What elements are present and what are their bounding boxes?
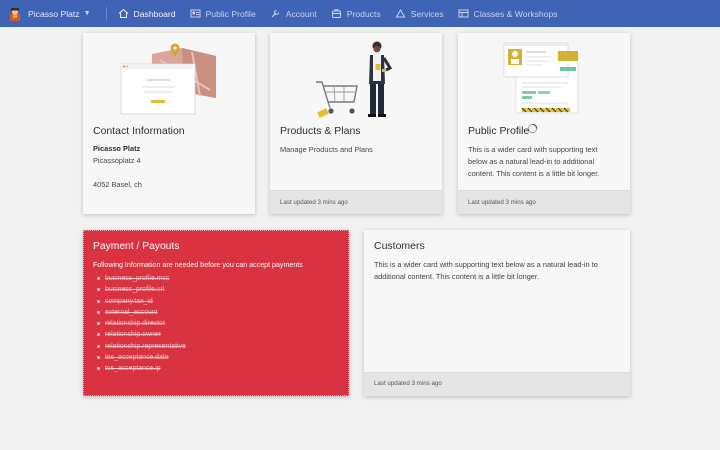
list-item: relationship.director [97,318,186,329]
brand-name: Picasso Platz [28,8,80,19]
card-title: Products & Plans [280,125,361,137]
card-text-line-2: additional content. This content is a li… [374,272,540,281]
nav-item-label: Dashboard [133,8,176,19]
nav-item-label: Products [346,8,381,19]
nav-item-label: Public Profile [205,8,256,19]
contact-information-card[interactable]: Contact Information Picasso Platz Picass… [83,33,255,214]
chevron-down-icon: ▼ [83,10,91,17]
nav-item-classes-workshops[interactable]: Classes & Workshops [451,0,565,27]
contact-name: Picasso Platz [93,144,141,153]
nav-item-label: Account [285,8,317,19]
products-icon [331,8,342,19]
list-item: company.tax_id [97,296,186,307]
list-item: external_account [97,307,186,318]
nav-item-label: Services [410,8,444,19]
nav-item-label: Classes & Workshops [473,8,558,19]
card-title: Public Profile [468,125,530,137]
customers-card[interactable]: Customers This is a wider card with supp… [364,230,630,396]
public-profile-card[interactable]: Public Profile This is a wider card with… [458,33,630,214]
profile-card-icon [190,8,201,19]
nav-item-account[interactable]: Account [263,0,324,27]
card-text-line-3: content. This content is a little bit lo… [468,169,600,178]
nav-item-products[interactable]: Products [324,0,388,27]
wrench-icon [270,8,281,19]
brand-logo-icon [9,7,21,21]
card-footer: Last updated 3 mins ago [458,190,630,214]
nav-divider [105,6,107,21]
card-title: Contact Information [93,125,185,137]
payment-requirements-intro: Following Information are needed before … [93,261,303,269]
card-text-line-2: below as a natural lead-in to additional [468,157,595,166]
products-plans-card[interactable]: Products & Plans Manage Products and Pla… [270,33,442,214]
contact-street: Picassoplatz 4 [93,156,141,165]
card-text-line-1: This is a wider card with supporting tex… [468,145,598,154]
profile-document-illustration [502,39,588,124]
classes-icon [458,8,469,19]
payment-requirements-list: business_profile.mcc business_profile.ur… [97,273,186,375]
card-title: Payment / Payouts [93,241,180,252]
nav-item-services[interactable]: Services [388,0,451,27]
card-text-line-1: This is a wider card with supporting tex… [374,260,598,269]
card-text: Manage Products and Plans [280,145,373,154]
list-item: relationship.representative [97,341,186,352]
card-title: Customers [374,240,425,252]
shopping-person-illustration [310,40,410,127]
list-item: relationship.owner [97,329,186,340]
payment-payouts-card[interactable]: Payment / Payouts Following Information … [83,230,349,396]
nav-item-public-profile[interactable]: Public Profile [183,0,263,27]
top-navbar: Picasso Platz ▼ Dashboard Public Profile… [0,0,720,27]
list-item: tos_acceptance.ip [97,363,186,374]
card-footer: Last updated 3 mins ago [270,190,442,214]
brand-switcher[interactable]: Picasso Platz ▼ [9,0,91,27]
contact-map-illustration [120,40,225,125]
card-footer: Last updated 3 mins ago [364,372,630,396]
home-icon [118,8,129,19]
services-icon [395,8,406,19]
contact-city: 4052 Basel, ch [93,180,142,189]
nav-item-dashboard[interactable]: Dashboard [111,0,183,27]
list-item: business_profile.mcc [97,273,186,284]
list-item: tos_acceptance.date [97,352,186,363]
list-item: business_profile.url [97,284,186,295]
